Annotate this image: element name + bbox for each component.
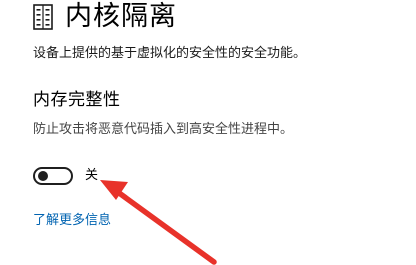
memory-integrity-title: 内存完整性: [33, 90, 121, 110]
memory-integrity-description: 防止攻击将恶意代码插入到高安全性进程中。: [33, 122, 294, 137]
toggle-knob: [38, 171, 48, 181]
memory-integrity-toggle[interactable]: [33, 167, 73, 185]
page-description: 设备上提供的基于虚拟化的安全性的安全功能。: [33, 46, 307, 61]
core-isolation-icon: [33, 4, 53, 30]
page-title: 内核隔离: [65, 1, 177, 32]
memory-integrity-toggle-row: 关: [33, 166, 98, 186]
toggle-state-label: 关: [85, 168, 99, 183]
learn-more-link[interactable]: 了解更多信息: [33, 212, 111, 230]
page-header: 内核隔离: [33, 0, 177, 34]
